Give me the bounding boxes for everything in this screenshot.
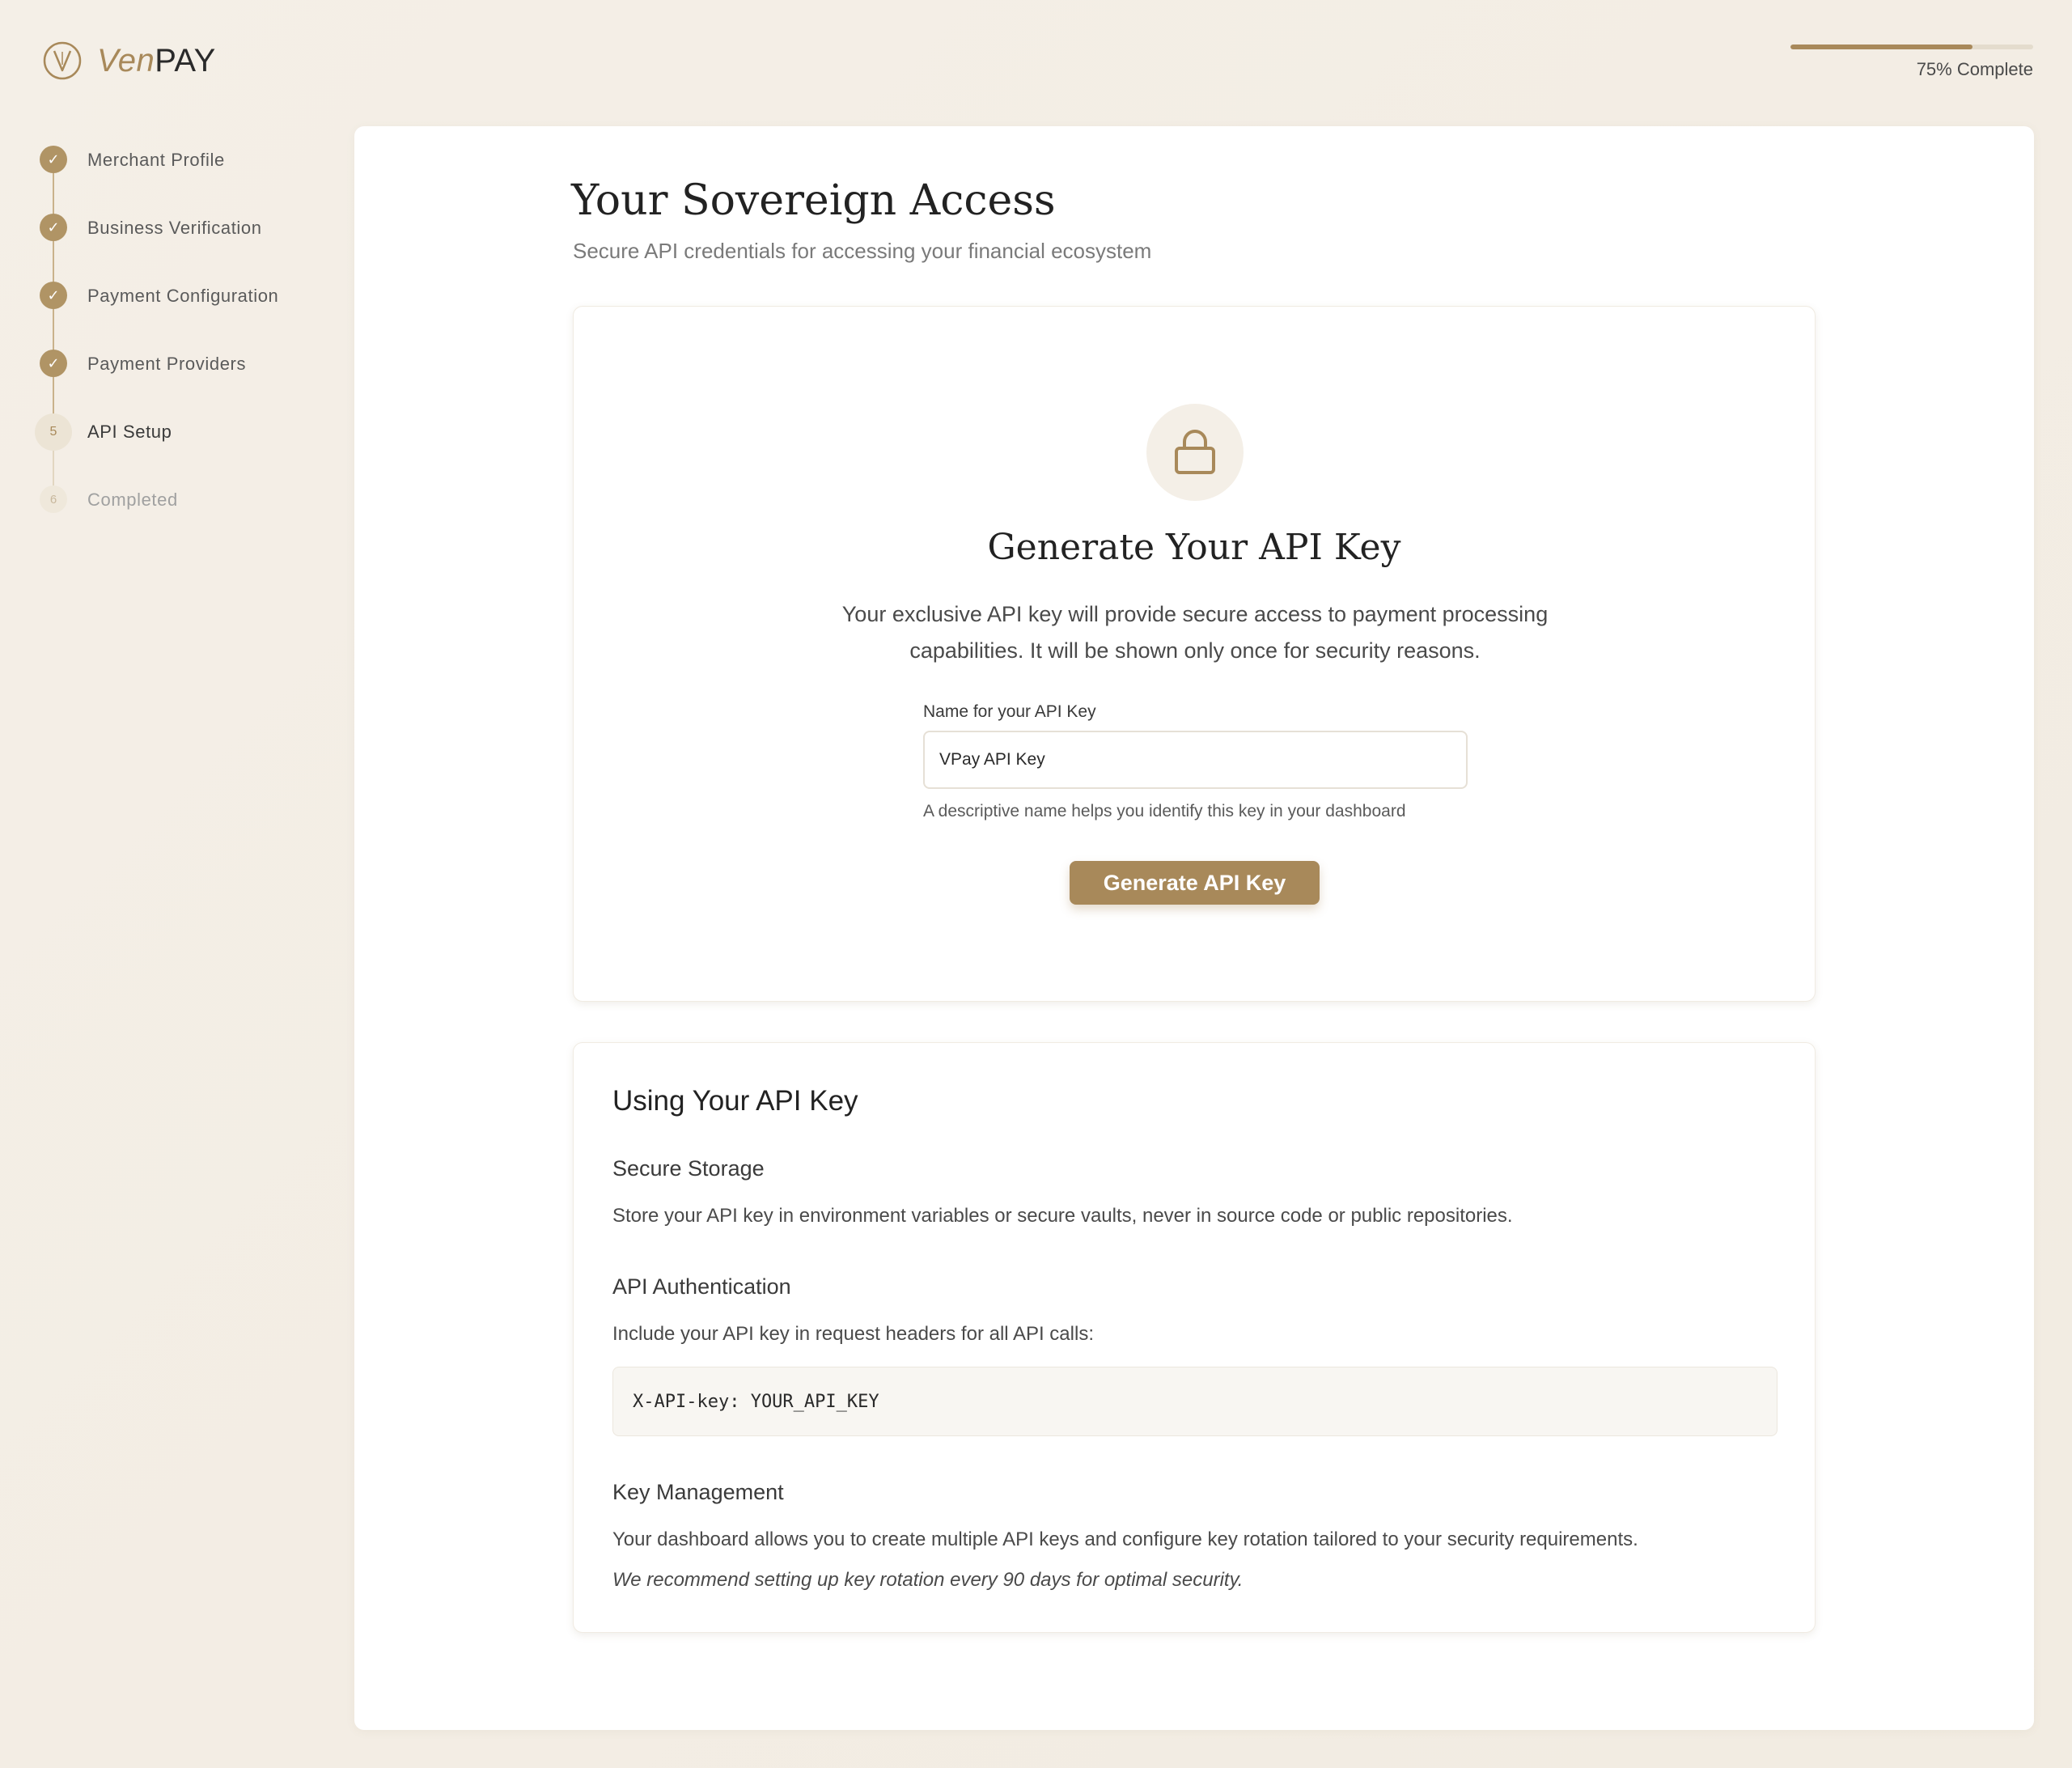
lock-icon-badge [1146, 404, 1244, 501]
header-code: X-API-key: YOUR_API_KEY [633, 1391, 879, 1412]
step-number: 5 [35, 413, 72, 451]
brand-name: VenPAY [97, 43, 216, 79]
step-label: Merchant Profile [87, 150, 225, 170]
api-key-name-input[interactable] [923, 731, 1468, 789]
api-key-name-label: Name for your API Key [923, 702, 1096, 721]
page-title: Your Sovereign Access [571, 176, 1056, 225]
step-label: Business Verification [87, 218, 262, 238]
header-code-block[interactable]: X-API-key: YOUR_API_KEY [612, 1367, 1778, 1436]
generate-api-key-button[interactable]: Generate API Key [1070, 861, 1320, 905]
brand-logo: VenPAY [42, 40, 216, 81]
page-subtitle: Secure API credentials for accessing you… [573, 239, 1152, 263]
generate-description: Your exclusive API key will provide secu… [841, 602, 1549, 663]
key-rotation-note: We recommend setting up key rotation eve… [612, 1569, 1244, 1591]
progress-label: 75% Complete [1916, 59, 2033, 79]
step-label: Payment Configuration [87, 286, 279, 306]
api-key-name-hint: A descriptive name helps you identify th… [923, 802, 1406, 820]
key-management-title: Key Management [612, 1480, 784, 1504]
step-payment-configuration[interactable]: ✓ Payment Configuration [32, 278, 340, 346]
main-content-card: Your Sovereign Access Secure API credent… [354, 126, 2034, 1730]
onboarding-stepper: ✓ Merchant Profile ✓ Business Verificati… [32, 142, 340, 549]
step-number: 6 [40, 485, 67, 513]
step-label: Completed [87, 490, 178, 510]
venpay-logo-icon [43, 41, 82, 80]
key-management-text: Your dashboard allows you to create mult… [612, 1528, 1638, 1550]
step-completed: 6 Completed [32, 481, 340, 549]
lock-icon [1175, 430, 1215, 474]
step-label: Payment Providers [87, 354, 247, 374]
generate-key-panel: Generate Your API Key Your exclusive API… [573, 306, 1816, 1002]
api-authentication-title: API Authentication [612, 1274, 791, 1299]
progress-fill [1790, 45, 1972, 49]
api-authentication-text: Include your API key in request headers … [612, 1323, 1094, 1345]
generate-title: Generate Your API Key [987, 527, 1401, 568]
progress-track [1790, 45, 2033, 49]
step-label: API Setup [87, 422, 172, 442]
check-icon: ✓ [40, 214, 67, 241]
step-api-setup[interactable]: 5 API Setup [32, 413, 340, 481]
brand-suffix: PAY [155, 42, 216, 78]
progress-indicator: 75% Complete [1790, 45, 2033, 80]
step-merchant-profile[interactable]: ✓ Merchant Profile [32, 142, 340, 210]
check-icon: ✓ [40, 146, 67, 173]
secure-storage-title: Secure Storage [612, 1156, 765, 1181]
check-icon: ✓ [40, 350, 67, 377]
usage-title: Using Your API Key [612, 1085, 858, 1117]
brand-prefix: Ven [97, 42, 155, 78]
check-icon: ✓ [40, 282, 67, 309]
secure-storage-text: Store your API key in environment variab… [612, 1205, 1513, 1227]
step-payment-providers[interactable]: ✓ Payment Providers [32, 346, 340, 413]
usage-info-panel: Using Your API Key Secure Storage Store … [573, 1042, 1816, 1633]
step-business-verification[interactable]: ✓ Business Verification [32, 210, 340, 278]
